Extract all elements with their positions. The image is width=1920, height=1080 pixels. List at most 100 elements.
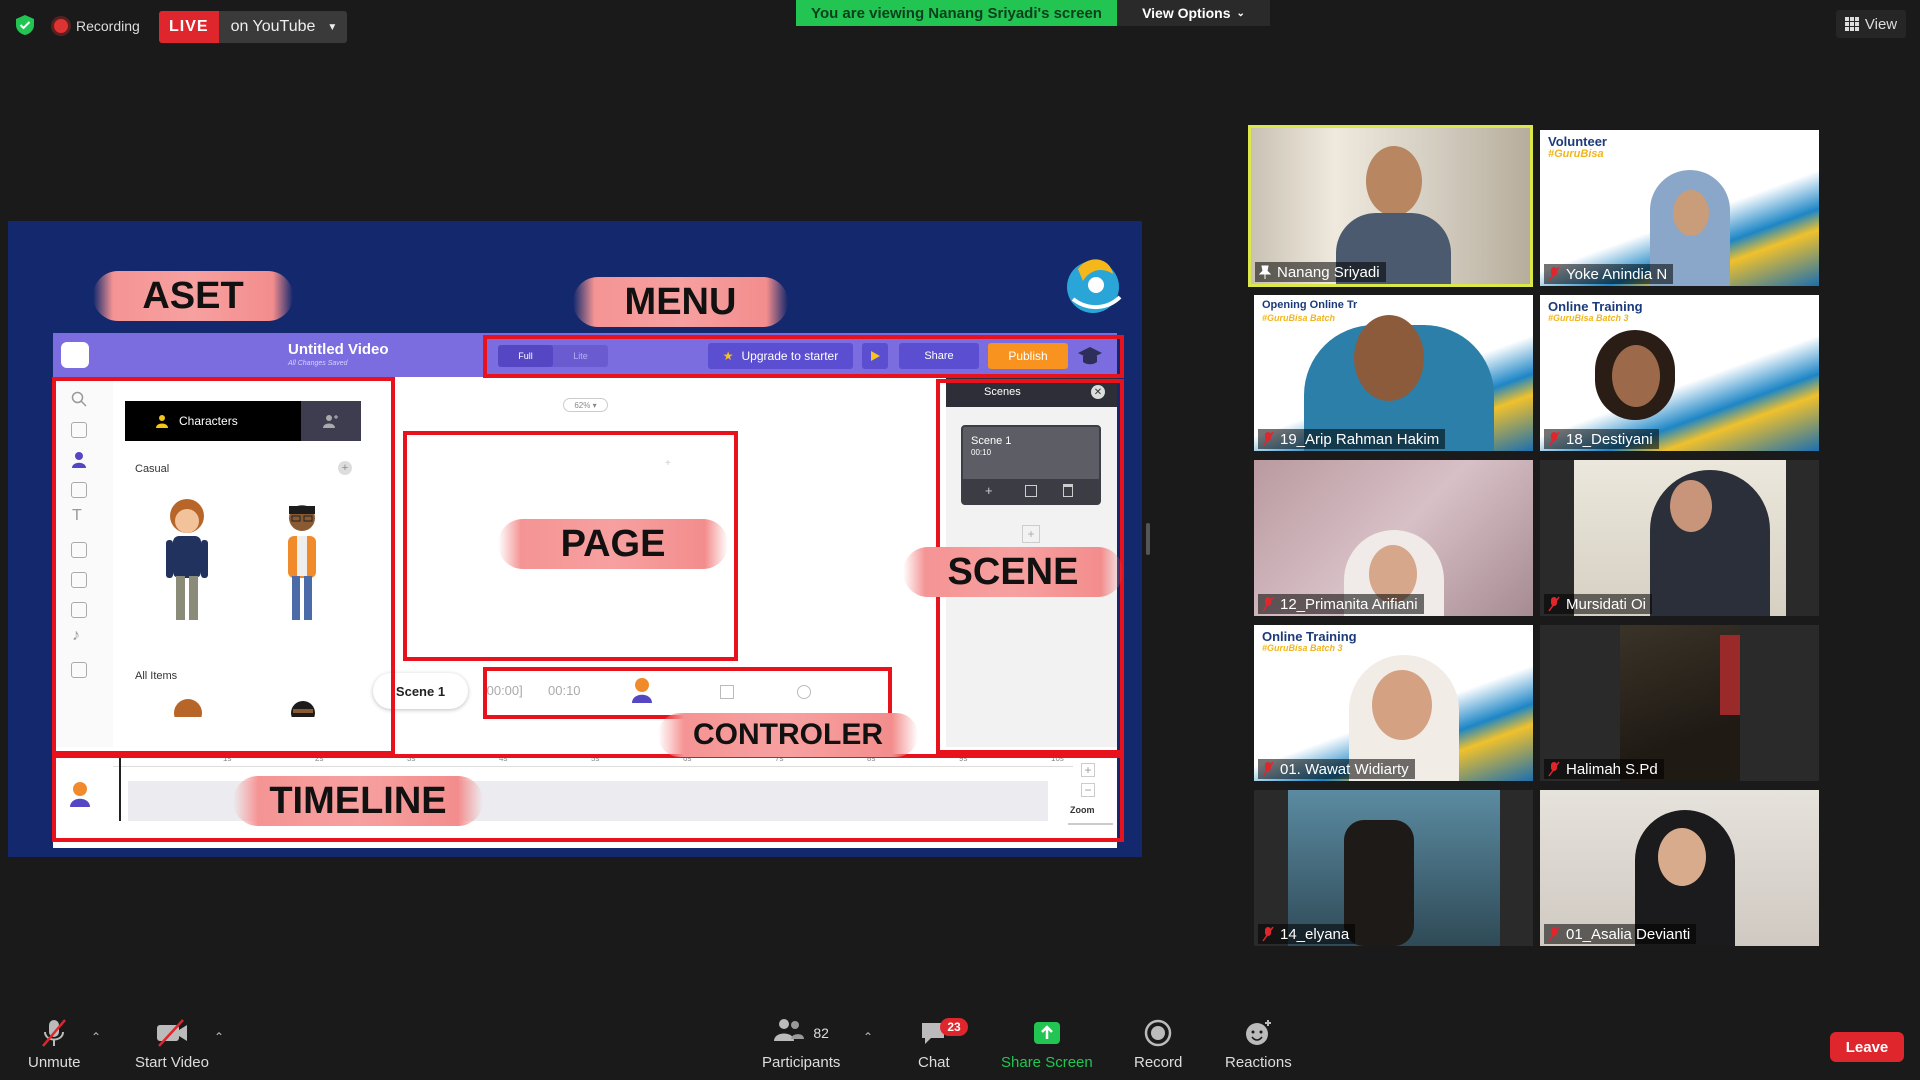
training-banner-background: Online Training #GuruBisa Batch 3 <box>1540 295 1819 451</box>
page-annotation: PAGE <box>498 519 728 569</box>
mic-muted-icon <box>1548 266 1560 282</box>
controler-annotation: CONTROLER <box>658 713 918 757</box>
canvas-zoom-value: 62% <box>574 400 591 410</box>
grid-icon <box>1844 17 1859 31</box>
unmute-label: Unmute <box>28 1054 81 1071</box>
aset-annotation: ASET <box>93 271 293 321</box>
participant-face <box>1673 190 1709 236</box>
recording-label: Recording <box>76 18 140 34</box>
live-destination: on YouTube ▼ <box>218 11 348 43</box>
menu-annotation: MENU <box>573 277 788 327</box>
record-label: Record <box>1134 1054 1183 1071</box>
mic-muted-icon <box>1548 926 1560 942</box>
participants-options-caret-icon[interactable]: ⌃ <box>863 1030 875 1044</box>
record-button[interactable]: Record <box>1134 1018 1182 1071</box>
view-options-button[interactable]: View Options ⌄ <box>1117 0 1270 26</box>
viewing-screen-banner: You are viewing Nanang Sriyadi's screen <box>796 0 1117 26</box>
participant-name: Yoke Anindia N <box>1544 264 1674 284</box>
start-video-button[interactable]: Start Video <box>135 1018 209 1071</box>
banner-title: Online Training <box>1548 299 1643 314</box>
participant-name: 01_Asalia Devianti <box>1544 924 1697 944</box>
banner-subtitle: #GuruBisa Batch 3 <box>1548 313 1629 323</box>
video-options-caret-icon[interactable]: ⌃ <box>214 1030 226 1044</box>
leave-button[interactable]: Leave <box>1830 1032 1904 1062</box>
participants-icon-group: 82 <box>773 1018 829 1048</box>
participant-face <box>1354 315 1424 401</box>
caret-down-icon: ▼ <box>327 21 338 33</box>
participant-name: 19_Arip Rahman Hakim <box>1258 429 1446 449</box>
participant-name: Halimah S.Pd <box>1544 759 1664 779</box>
recording-indicator[interactable]: Recording <box>54 14 140 38</box>
project-title[interactable]: Untitled Video <box>288 341 389 358</box>
participant-face <box>1658 828 1706 886</box>
scene-annotation: SCENE <box>903 547 1123 597</box>
participant-tile[interactable]: Online Training #GuruBisa Batch 3 18_Des… <box>1540 295 1819 451</box>
share-screen-icon <box>1033 1022 1060 1044</box>
canvas-zoom-dropdown[interactable]: 62% ▾ <box>563 398 608 412</box>
participant-face <box>1612 345 1660 407</box>
mic-muted-icon <box>1262 596 1274 612</box>
participant-tile[interactable]: Volunteer #GuruBisa Yoke Anindia N <box>1540 130 1819 286</box>
participant-tile[interactable]: Halimah S.Pd <box>1540 625 1819 781</box>
participant-face <box>1366 146 1422 216</box>
panel-resize-handle[interactable] <box>1146 523 1150 555</box>
banner-title: Volunteer <box>1548 134 1607 149</box>
mic-muted-icon <box>1262 431 1274 447</box>
view-layout-button[interactable]: View <box>1836 10 1906 38</box>
reactions-button[interactable]: Reactions <box>1225 1018 1292 1071</box>
participants-label: Participants <box>762 1054 841 1071</box>
participant-tile[interactable]: Mursidati Oi <box>1540 460 1819 616</box>
participant-name-label: Mursidati Oi <box>1566 595 1647 613</box>
controller-highlight-box <box>483 667 892 719</box>
banner-subtitle: #GuruBisa <box>1548 148 1604 160</box>
participant-name-label: 19_Arip Rahman Hakim <box>1280 430 1440 448</box>
editor-logo-icon[interactable] <box>61 342 89 368</box>
participant-face <box>1372 670 1432 740</box>
participant-name: 12_Primanita Arifiani <box>1258 594 1424 614</box>
participant-name: 14_elyana <box>1258 924 1356 944</box>
participant-tile[interactable]: 12_Primanita Arifiani <box>1254 460 1533 616</box>
participant-name-label: 14_elyana <box>1280 925 1350 943</box>
banner-title: Online Training <box>1262 629 1357 644</box>
record-icon <box>1144 1019 1172 1047</box>
curtain <box>1720 635 1740 715</box>
mic-muted-icon <box>1262 926 1274 942</box>
security-shield-icon[interactable] <box>14 14 36 36</box>
shared-screen: Untitled Video All Changes Saved Full Li… <box>8 221 1142 857</box>
chat-label: Chat <box>918 1054 950 1071</box>
unmute-button[interactable]: Unmute <box>28 1018 81 1071</box>
banner-title: Opening Online Tr <box>1262 299 1358 311</box>
participant-name-label: Halimah S.Pd <box>1566 760 1658 778</box>
participant-name: Nanang Sriyadi <box>1255 262 1386 282</box>
start-video-label: Start Video <box>135 1054 209 1071</box>
live-destination-label: on YouTube <box>230 18 316 35</box>
participants-button[interactable]: 82 Participants <box>762 1018 840 1071</box>
share-screen-button[interactable]: Share Screen <box>1001 1018 1093 1071</box>
share-screen-label: Share Screen <box>1001 1054 1093 1071</box>
participant-tile[interactable]: 14_elyana <box>1254 790 1533 946</box>
view-options-label: View Options <box>1142 5 1231 21</box>
participant-name-label: 01. Wawat Widiarty <box>1280 760 1409 778</box>
audio-options-caret-icon[interactable]: ⌃ <box>91 1030 103 1044</box>
banner-subtitle: #GuruBisa Batch 3 <box>1262 643 1343 653</box>
participant-name-label: 01_Asalia Devianti <box>1566 925 1691 943</box>
participant-tile[interactable]: Opening Online Tr #GuruBisa Batch 19_Ari… <box>1254 295 1533 451</box>
chat-unread-badge: 23 <box>940 1018 968 1036</box>
live-badge: LIVE <box>159 11 219 43</box>
chevron-down-icon: ⌄ <box>1236 7 1245 19</box>
participant-tile[interactable]: Nanang Sriyadi <box>1248 125 1533 287</box>
save-status: All Changes Saved <box>288 360 348 367</box>
participant-face <box>1670 480 1712 532</box>
participant-tile[interactable]: 01_Asalia Devianti <box>1540 790 1819 946</box>
participant-name-label: Nanang Sriyadi <box>1277 263 1380 281</box>
gurubisa-logo <box>1067 259 1122 313</box>
mic-muted-icon <box>1548 431 1560 447</box>
participant-tile[interactable]: Online Training #GuruBisa Batch 3 01. Wa… <box>1254 625 1533 781</box>
mic-muted-icon <box>1548 761 1560 777</box>
video-off-icon <box>156 1019 187 1047</box>
pin-icon <box>1259 265 1271 279</box>
live-stream-menu[interactable]: LIVE on YouTube ▼ <box>159 11 348 43</box>
participant-name: Mursidati Oi <box>1544 594 1653 614</box>
mic-muted-icon <box>1262 761 1274 777</box>
menu-highlight-box <box>483 335 1124 378</box>
